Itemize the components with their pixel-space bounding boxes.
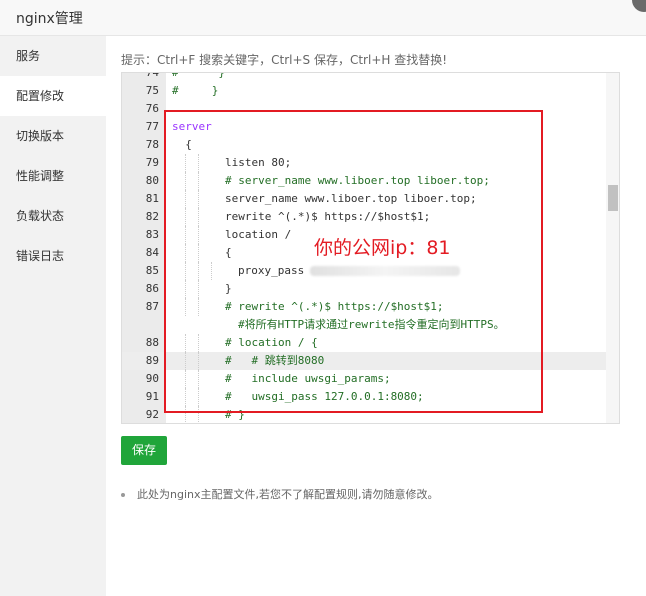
sidebar-item-performance[interactable]: 性能调整 [0, 156, 106, 196]
editor-tip: 提示：Ctrl+F 搜索关键字，Ctrl+S 保存，Ctrl+H 查找替换! [121, 53, 448, 67]
line-number: 80 [145, 174, 159, 187]
code-line: 77 server [122, 118, 607, 136]
code-text: # location / { [225, 336, 318, 349]
code-text: proxy_pass [238, 264, 305, 277]
notes-text: 此处为nginx主配置文件,若您不了解配置规则,请勿随意修改。 [137, 488, 439, 501]
sidebar-item-service[interactable]: 服务 [0, 36, 106, 76]
line-number: 85 [145, 264, 159, 277]
code-line: 76 [122, 100, 607, 118]
code-line: 74 # } [122, 72, 607, 82]
code-text: # include uwsgi_params; [225, 372, 391, 385]
sidebar-item-error-log[interactable]: 错误日志 [0, 236, 106, 276]
title-bar: nginx管理 [0, 0, 646, 36]
code-line: #将所有HTTP请求通过rewrite指令重定向到HTTPS。 [122, 316, 607, 334]
code-line: 78 { [122, 136, 607, 154]
annotation-text: 你的公网ip：81 [314, 237, 451, 259]
line-number: 75 [145, 84, 159, 97]
code-line: 86} [122, 280, 607, 298]
window-title: nginx管理 [16, 11, 83, 27]
code-text: # # 跳转到8080 [225, 354, 325, 367]
code-text: server [172, 120, 212, 133]
line-number: 91 [145, 390, 159, 403]
code-text: # } [172, 84, 219, 97]
code-line: 80 # server_name www.liboer.top liboer.to… [122, 172, 607, 190]
line-number: 81 [145, 192, 159, 205]
code-line: 90 # include uwsgi_params; [122, 370, 607, 388]
bullet-icon [121, 493, 125, 497]
code-line: 91 # uwsgi_pass 127.0.0.1:8080; [122, 388, 607, 406]
code-line: 81 server_name www.liboer.top liboer.top; [122, 190, 607, 208]
editor-scrollbar[interactable] [606, 73, 619, 423]
redacted-ip [310, 266, 461, 276]
code-text: # uwsgi_pass 127.0.0.1:8080; [225, 390, 424, 403]
line-number: 90 [145, 372, 159, 385]
code-line: 82 rewrite ^(.*)$ https://$host$1; [122, 208, 607, 226]
code-line: 92 # } [122, 406, 607, 423]
code-text: # server_name www.liboer.top liboer.top; [225, 174, 490, 187]
line-number: 83 [145, 228, 159, 241]
code-text: { [172, 138, 192, 151]
code-line-active: 89 # # 跳转到8080 [122, 352, 607, 370]
sidebar-item-config[interactable]: 配置修改 [0, 76, 106, 116]
sidebar: 服务 配置修改 切换版本 性能调整 负载状态 错误日志 [0, 36, 106, 596]
sidebar-item-load-status[interactable]: 负载状态 [0, 196, 106, 236]
scrollbar-thumb[interactable] [608, 185, 618, 211]
line-number: 82 [145, 210, 159, 223]
sidebar-item-switch-version[interactable]: 切换版本 [0, 116, 106, 156]
code-text: location / [225, 228, 292, 241]
line-number: 76 [145, 102, 159, 115]
line-number: 92 [145, 408, 159, 421]
code-line: 75 # } [122, 82, 607, 100]
line-number: 79 [145, 156, 159, 169]
code-text: # } [172, 72, 225, 79]
code-text: # rewrite ^(.*)$ https://$host$1; [225, 300, 444, 313]
line-number: 87 [145, 300, 159, 313]
line-number: 88 [145, 336, 159, 349]
code-text: server_name www.liboer.top liboer.top; [225, 192, 477, 205]
line-number: 78 [145, 138, 159, 151]
code-text: #将所有HTTP请求通过rewrite指令重定向到HTTPS。 [238, 318, 505, 331]
line-number: 74 [145, 72, 159, 79]
code-line: 79 listen 80; [122, 154, 607, 172]
code-text: rewrite ^(.*)$ https://$host$1; [225, 210, 431, 223]
code-line: 87 # rewrite ^(.*)$ https://$host$1; [122, 298, 607, 316]
close-button[interactable] [632, 0, 646, 12]
code-text: # } [225, 408, 245, 421]
line-number: 89 [145, 354, 159, 367]
line-number: 84 [145, 246, 159, 259]
notes: 此处为nginx主配置文件,若您不了解配置规则,请勿随意修改。 [121, 486, 438, 502]
code-text: } [225, 282, 232, 295]
code-line: 88 # location / { [122, 334, 607, 352]
code-line: 85 proxy_pass [122, 262, 607, 280]
code-text: { [225, 246, 232, 259]
line-number: 77 [145, 120, 159, 133]
line-number: 86 [145, 282, 159, 295]
code-text: listen 80; [225, 156, 292, 169]
save-button[interactable]: 保存 [121, 436, 167, 465]
